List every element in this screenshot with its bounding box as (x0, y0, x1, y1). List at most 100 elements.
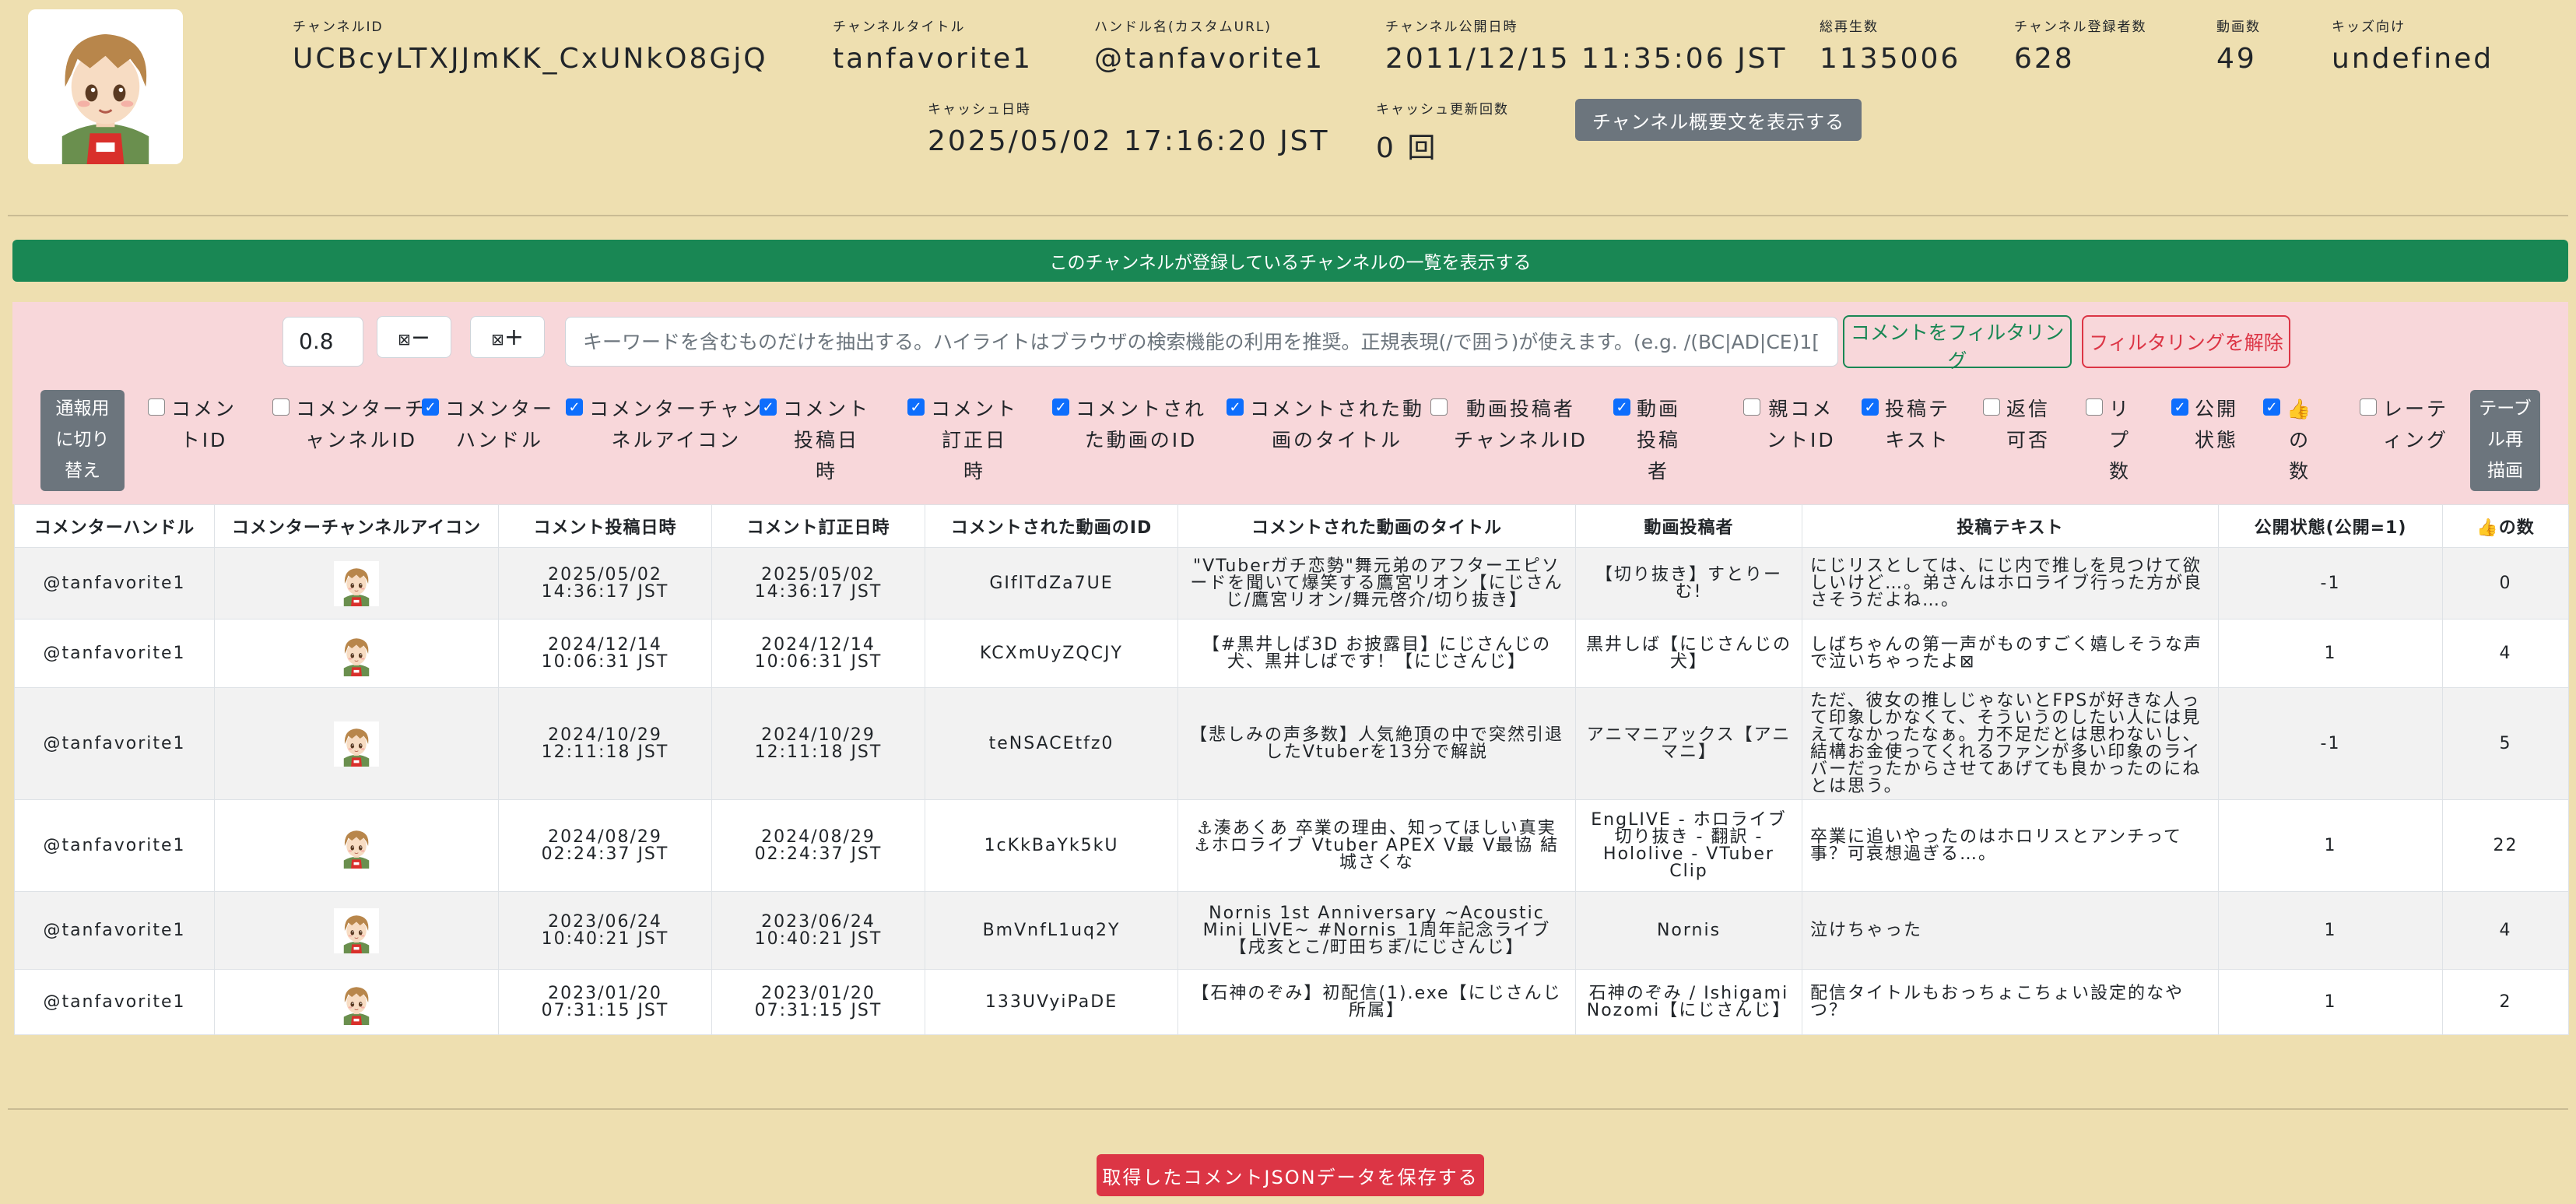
checkbox-unchecked-icon[interactable] (148, 398, 165, 416)
table-row: @tanfavorite1 2024/12/14 10:06:31 JST 2024… (14, 619, 2569, 688)
video-title-cell: 【#黒井しば3D お披露目】にじさんじの犬、黒井しばです！【にじさんじ】 (1177, 619, 1576, 688)
checkbox-checked-icon[interactable]: ✓ (566, 398, 583, 416)
column-toggle-checkbox[interactable]: ✓ コメンターチャン ネルアイコン (566, 394, 763, 456)
column-toggle-checkbox[interactable]: リ プ 数 (2086, 394, 2131, 487)
column-header[interactable]: 公開状態(公開=1) (2218, 504, 2443, 548)
column-toggle-checkbox[interactable]: ✓ 👍 の 数 (2263, 394, 2313, 487)
column-toggle-label: 👍 の 数 (2286, 398, 2314, 483)
commenter-icon-cell (214, 969, 499, 1035)
column-toggle-checkbox[interactable]: ✓ コメントされ た動画のID (1052, 394, 1206, 456)
checkbox-checked-icon[interactable]: ✓ (760, 398, 777, 416)
redraw-table-button[interactable]: テーブ ル再 描画 (2470, 390, 2540, 491)
checkbox-checked-icon[interactable]: ✓ (2171, 398, 2188, 416)
kids-label: キッズ向け (2332, 19, 2406, 35)
column-header[interactable]: コメント訂正日時 (711, 504, 925, 548)
checkbox-unchecked-icon[interactable] (272, 398, 290, 416)
video-id-cell: 1cKkBaYk5kU (925, 799, 1178, 892)
channel-id-value: UCBcyLTXJJmKK_CxUNkO8GjQ (293, 43, 768, 75)
column-toggle-checkbox[interactable]: コメン トID (148, 394, 237, 456)
clear-filter-button[interactable]: フィルタリングを解除 (2082, 315, 2290, 368)
cache-date-field: キャッシュ日時 2025/05/02 17:16:20 JST (928, 98, 1330, 157)
commenter-icon-cell (214, 547, 499, 620)
column-toggle-checkbox[interactable]: ✓ 投稿テ キスト (1862, 394, 1950, 456)
column-toggle-checkbox[interactable]: ✓ コメントされた動 画のタイトル (1227, 394, 1424, 456)
column-header[interactable]: コメントされた動画のタイトル (1177, 504, 1576, 548)
handle-value: @tanfavorite1 (1094, 43, 1325, 75)
save-json-button[interactable]: 取得したコメントJSONデータを保存する (1097, 1154, 1484, 1196)
channel-avatar (28, 9, 183, 164)
column-header[interactable]: コメントされた動画のID (925, 504, 1178, 548)
report-mode-toggle[interactable]: 通報用 に切り 替え (40, 390, 125, 491)
column-header[interactable]: 👍の数 (2442, 504, 2569, 548)
checkbox-checked-icon[interactable]: ✓ (907, 398, 925, 416)
column-toggle-checkbox[interactable]: コメンターチ ャンネルID (272, 394, 426, 456)
zoom-value-input[interactable]: 0.8 (283, 317, 363, 367)
column-toggle-checkbox[interactable]: ✓ コメント 投稿日 時 (760, 394, 870, 487)
column-toggle-checkbox[interactable]: ✓ コメンター ハンドル (422, 394, 554, 456)
channel-title-value: tanfavorite1 (833, 43, 1034, 75)
checkbox-checked-icon[interactable]: ✓ (1227, 398, 1244, 416)
checkbox-checked-icon[interactable]: ✓ (1862, 398, 1879, 416)
uploader-cell: アニマニアックス【アニマニ】 (1575, 687, 1802, 800)
column-toggle-checkbox[interactable]: 返信 可否 (1983, 394, 2050, 456)
zoom-in-button[interactable]: ⊠+ (470, 316, 545, 358)
commenter-avatar-icon (334, 561, 379, 606)
commenter-handle-cell: @tanfavorite1 (14, 547, 215, 620)
column-header[interactable]: コメンターチャンネルアイコン (214, 504, 499, 548)
column-toggle-checkbox[interactable]: ✓ コメント 訂正日 時 (907, 394, 1018, 487)
column-toggle-label: コメンター ハンドル (445, 398, 555, 451)
checkbox-unchecked-icon[interactable] (1430, 398, 1448, 416)
column-header[interactable]: 投稿テキスト (1802, 504, 2219, 548)
likes-cell: 2 (2442, 969, 2569, 1035)
commenter-handle-cell: @tanfavorite1 (14, 799, 215, 892)
filter-comments-button[interactable]: コメントをフィルタリング (1843, 315, 2072, 372)
commenter-avatar-icon (334, 823, 379, 869)
posted-at-cell: 2023/01/20 07:31:15 JST (498, 969, 712, 1035)
likes-cell: 4 (2442, 619, 2569, 688)
comment-text-cell: 泣けちゃった (1802, 891, 2219, 970)
status-cell: -1 (2218, 687, 2443, 800)
column-toggle-checkbox[interactable]: 動画投稿者 チャンネルID (1430, 394, 1588, 456)
edited-at-cell: 2024/10/29 12:11:18 JST (711, 687, 925, 800)
column-toggle-label: 親コメ ントID (1767, 398, 1836, 451)
video-id-cell: BmVnfL1uq2Y (925, 891, 1178, 970)
column-toggle-checkbox[interactable]: 親コメ ントID (1743, 394, 1836, 456)
video-title-cell: ⚓湊あくあ 卒業の理由、知ってほしい真実 ⚓ホロライブ Vtuber APEX … (1177, 799, 1576, 892)
videos-value: 49 (2216, 43, 2257, 75)
status-cell: 1 (2218, 969, 2443, 1035)
status-cell: 1 (2218, 619, 2443, 688)
column-toggle-checkbox[interactable]: レーテ ィング (2360, 394, 2448, 456)
checkbox-checked-icon[interactable]: ✓ (422, 398, 439, 416)
column-toggle-label: 動画投稿者 チャンネルID (1454, 398, 1588, 451)
checkbox-checked-icon[interactable]: ✓ (2263, 398, 2280, 416)
posted-at-cell: 2024/08/29 02:24:37 JST (498, 799, 712, 892)
keyword-filter-input[interactable] (565, 317, 1838, 367)
checkbox-unchecked-icon[interactable] (2086, 398, 2103, 416)
checkbox-unchecked-icon[interactable] (2360, 398, 2377, 416)
column-toggle-checkbox[interactable]: ✓ 動画 投稿 者 (1613, 394, 1680, 487)
checkbox-checked-icon[interactable]: ✓ (1052, 398, 1069, 416)
checkbox-unchecked-icon[interactable] (1983, 398, 2000, 416)
zoom-out-button[interactable]: ⊠− (377, 316, 451, 358)
show-description-button[interactable]: チャンネル概要文を表示する (1575, 99, 1862, 141)
column-toggle-label: コメントされた動 画のタイトル (1250, 398, 1425, 451)
column-header[interactable]: コメンターハンドル (14, 504, 215, 548)
column-toggle-label: 返信 可否 (2006, 398, 2051, 451)
commenter-icon-cell (214, 687, 499, 800)
checkbox-checked-icon[interactable]: ✓ (1613, 398, 1630, 416)
column-header[interactable]: 動画投稿者 (1575, 504, 1802, 548)
comment-text-cell: 卒業に追いやったのはホロリスとアンチって事？可哀想過ぎる…。 (1802, 799, 2219, 892)
filter-panel: 0.8 ⊠− ⊠+ コメントをフィルタリング フィルタリングを解除 通報用 に切… (12, 302, 2568, 504)
channel-header: チャンネルID UCBcyLTXJJmKK_CxUNkO8GjQ チャンネルタイ… (0, 0, 2576, 210)
published-label: チャンネル公開日時 (1385, 19, 1518, 35)
checkbox-unchecked-icon[interactable] (1743, 398, 1760, 416)
show-subscriptions-button[interactable]: このチャンネルが登録しているチャンネルの一覧を表示する (12, 240, 2568, 282)
comment-text-cell: 配信タイトルもおっちょこちょい設定的なやつ？ (1802, 969, 2219, 1035)
column-header[interactable]: コメント投稿日時 (498, 504, 712, 548)
views-field: 総再生数 1135006 (1820, 16, 1960, 75)
handle-field: ハンドル名(カスタムURL) @tanfavorite1 (1094, 16, 1325, 75)
commenter-avatar-icon (334, 980, 379, 1025)
divider (8, 1108, 2568, 1110)
column-toggle-checkbox[interactable]: ✓ 公開 状態 (2171, 394, 2238, 456)
edited-at-cell: 2025/05/02 14:36:17 JST (711, 547, 925, 620)
